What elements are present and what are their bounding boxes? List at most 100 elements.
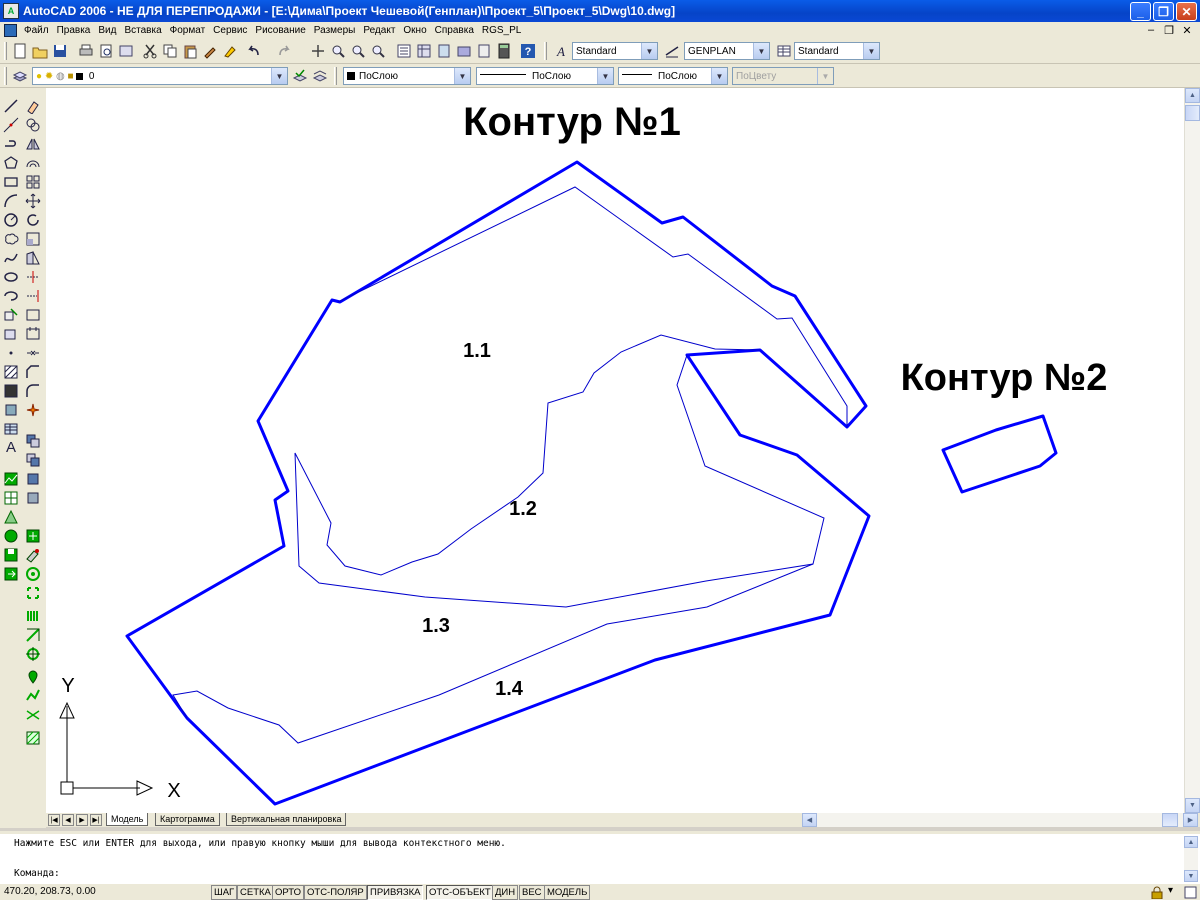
menu-rgs-pl[interactable]: RGS_PL bbox=[478, 25, 525, 36]
extend-icon[interactable] bbox=[25, 288, 41, 304]
doc-close-icon[interactable]: ✕ bbox=[1180, 23, 1194, 37]
join-icon[interactable] bbox=[25, 345, 41, 361]
trim-icon[interactable] bbox=[25, 269, 41, 285]
command-scrollbar[interactable]: ▲ ▼ bbox=[1184, 836, 1198, 882]
zoom-previous-icon[interactable] bbox=[370, 43, 386, 59]
dimension-style-select[interactable]: GENPLAN ▼ bbox=[684, 42, 770, 60]
polar-toggle[interactable]: ОТС-ПОЛЯР bbox=[304, 885, 367, 900]
chevron-down-icon[interactable]: ▼ bbox=[863, 43, 879, 59]
publish-icon[interactable] bbox=[118, 43, 134, 59]
table-icon[interactable] bbox=[3, 421, 19, 437]
rgs-profile-icon[interactable] bbox=[25, 688, 41, 704]
scroll-down-icon[interactable]: ▼ bbox=[1184, 870, 1198, 882]
autocad-app-icon[interactable]: A bbox=[3, 3, 19, 19]
menu-format[interactable]: Формат bbox=[166, 25, 210, 36]
make-layer-current-icon[interactable] bbox=[292, 68, 308, 84]
insert-block-icon[interactable] bbox=[3, 307, 19, 323]
restore-button[interactable]: ❐ bbox=[1153, 2, 1174, 21]
help-icon[interactable]: ? bbox=[520, 43, 536, 59]
layer-previous-icon[interactable] bbox=[312, 68, 328, 84]
tab-model[interactable]: Модель bbox=[106, 813, 149, 826]
rotate-icon[interactable] bbox=[25, 212, 41, 228]
next-tab-icon[interactable]: ▶ bbox=[76, 814, 88, 826]
last-tab-icon[interactable]: ▶| bbox=[90, 814, 102, 826]
rgs-marker-icon[interactable] bbox=[25, 669, 41, 685]
paste-icon[interactable] bbox=[182, 43, 198, 59]
rgs-slope-icon[interactable] bbox=[3, 509, 19, 525]
arc-icon[interactable] bbox=[3, 193, 19, 209]
draw-order-icon[interactable] bbox=[25, 433, 41, 449]
ellipse-arc-icon[interactable] bbox=[3, 288, 19, 304]
lweight-toggle[interactable]: ВЕС bbox=[519, 885, 545, 900]
menu-edit[interactable]: Правка bbox=[53, 25, 95, 36]
rgs-terrain-icon[interactable] bbox=[3, 471, 19, 487]
undo-icon[interactable] bbox=[246, 43, 262, 59]
contour-1-outline[interactable] bbox=[125, 160, 871, 806]
model-toggle[interactable]: МОДЕЛЬ bbox=[544, 885, 591, 900]
rgs-save-icon[interactable] bbox=[3, 547, 19, 563]
minimize-button[interactable]: _ bbox=[1130, 2, 1151, 21]
lineweight-select[interactable]: ПоСлою ▼ bbox=[618, 67, 728, 85]
zoom-realtime-icon[interactable] bbox=[330, 43, 346, 59]
rgs-node-icon[interactable] bbox=[25, 646, 41, 662]
break-at-point-icon[interactable] bbox=[25, 326, 41, 342]
rgs-section-icon[interactable] bbox=[25, 707, 41, 723]
redo-icon[interactable] bbox=[276, 43, 292, 59]
match-properties-icon[interactable] bbox=[202, 43, 218, 59]
lock-icon[interactable] bbox=[1150, 886, 1164, 899]
multiline-text-icon[interactable]: A bbox=[3, 438, 19, 454]
block-editor-icon[interactable] bbox=[222, 43, 238, 59]
menu-view[interactable]: Вид bbox=[94, 25, 120, 36]
rgs-extents-icon[interactable] bbox=[25, 585, 41, 601]
scroll-thumb[interactable] bbox=[1162, 813, 1178, 827]
pan-realtime-icon[interactable] bbox=[310, 43, 326, 59]
doc-minimize-icon[interactable]: – bbox=[1144, 23, 1158, 37]
print-icon[interactable] bbox=[78, 43, 94, 59]
clean-screen-icon[interactable] bbox=[1184, 886, 1197, 899]
layer-manager-icon[interactable] bbox=[12, 68, 28, 84]
send-to-back-icon[interactable] bbox=[25, 471, 41, 487]
polyline-icon[interactable] bbox=[3, 136, 19, 152]
gradient-icon[interactable] bbox=[3, 383, 19, 399]
spline-icon[interactable] bbox=[3, 250, 19, 266]
rgs-target-icon[interactable] bbox=[25, 566, 41, 582]
rectangle-icon[interactable] bbox=[3, 174, 19, 190]
zone-boundary-lower[interactable] bbox=[172, 563, 814, 744]
dyn-toggle[interactable]: ДИН bbox=[492, 885, 519, 900]
chevron-down-icon[interactable]: ▼ bbox=[641, 43, 657, 59]
new-file-icon[interactable] bbox=[12, 43, 28, 59]
cut-icon[interactable] bbox=[142, 43, 158, 59]
rgs-globe-icon[interactable] bbox=[3, 528, 19, 544]
tool-palettes-icon[interactable] bbox=[436, 43, 452, 59]
offset-icon[interactable] bbox=[25, 155, 41, 171]
scroll-right-icon[interactable]: ▶ bbox=[1183, 813, 1198, 827]
vertical-scrollbar[interactable]: ▲ ▼ bbox=[1184, 88, 1200, 813]
menu-help[interactable]: Справка bbox=[431, 25, 478, 36]
close-button[interactable]: ✕ bbox=[1176, 2, 1197, 21]
markup-icon[interactable] bbox=[476, 43, 492, 59]
save-icon[interactable] bbox=[52, 43, 68, 59]
ellipse-icon[interactable] bbox=[3, 269, 19, 285]
menu-file[interactable]: Файл bbox=[20, 25, 53, 36]
menu-window[interactable]: Окно bbox=[399, 25, 430, 36]
tray-settings-icon[interactable]: ▾ bbox=[1168, 885, 1173, 896]
rgs-hatch-icon[interactable] bbox=[25, 730, 41, 746]
menu-draw[interactable]: Рисование bbox=[251, 25, 309, 36]
chevron-down-icon[interactable]: ▼ bbox=[271, 68, 287, 84]
scroll-up-icon[interactable]: ▲ bbox=[1185, 88, 1200, 103]
plot-preview-icon[interactable] bbox=[98, 43, 114, 59]
zone-boundary-upper[interactable] bbox=[337, 186, 848, 427]
contour-2-outline[interactable] bbox=[941, 414, 1058, 494]
color-select[interactable]: ПоСлою ▼ bbox=[343, 67, 471, 85]
make-block-icon[interactable] bbox=[3, 326, 19, 342]
rgs-export-icon[interactable] bbox=[3, 566, 19, 582]
document-menu-icon[interactable] bbox=[4, 24, 17, 37]
design-center-icon[interactable] bbox=[416, 43, 432, 59]
rgs-point-plus-icon[interactable] bbox=[25, 528, 41, 544]
polygon-icon[interactable] bbox=[3, 155, 19, 171]
hatch-icon[interactable] bbox=[3, 364, 19, 380]
stretch-icon[interactable] bbox=[25, 250, 41, 266]
rgs-levels-icon[interactable] bbox=[25, 608, 41, 624]
snap-toggle[interactable]: ШАГ bbox=[211, 885, 238, 900]
menu-insert[interactable]: Вставка bbox=[120, 25, 165, 36]
